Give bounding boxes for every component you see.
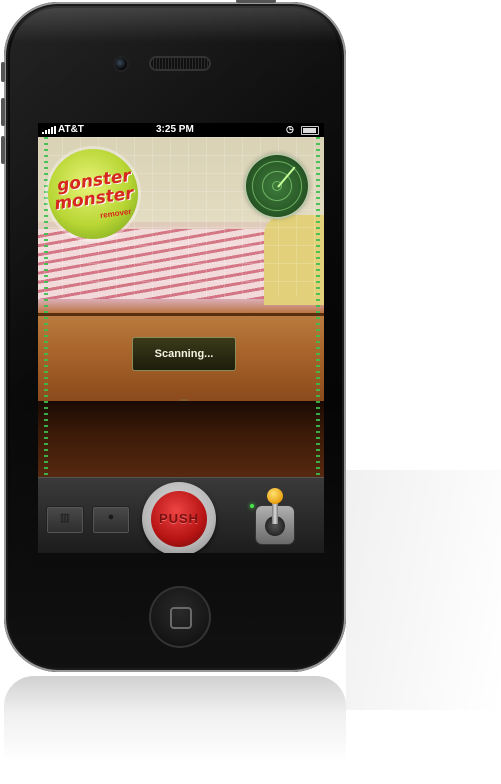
front-camera: [115, 58, 127, 70]
power-button: [236, 0, 276, 3]
app-logo: gonster monster remover: [48, 149, 138, 239]
joystick-icon[interactable]: [256, 488, 294, 544]
device-reflection: [4, 676, 346, 784]
status-led: [250, 504, 254, 508]
waveform-button[interactable]: ▥: [46, 506, 84, 534]
iphone-device: AT&T 3:25 PM ◷ gonster monster remover S…: [1, 0, 346, 672]
push-button-label: PUSH: [151, 491, 207, 547]
earpiece-speaker: [151, 58, 209, 69]
camera-view: gonster monster remover Scanning...: [38, 137, 324, 477]
logo-line3: remover: [99, 206, 133, 221]
home-square-icon: [170, 607, 192, 629]
wood-floor: [38, 401, 324, 477]
volume-up-button: [1, 98, 5, 126]
signal-bars-icon: [42, 126, 56, 137]
info-button[interactable]: ●: [92, 506, 130, 534]
scan-status-label: Scanning...: [132, 337, 236, 371]
scan-indicator-right: [316, 137, 320, 477]
volume-down-button: [1, 136, 5, 164]
clock-time: 3:25 PM: [156, 124, 194, 135]
screen: AT&T 3:25 PM ◷ gonster monster remover S…: [38, 123, 324, 553]
joystick-knob: [267, 488, 283, 504]
radar-icon: [246, 155, 308, 217]
status-bar: AT&T 3:25 PM ◷: [38, 123, 324, 137]
carrier-name: AT&T: [58, 124, 84, 135]
bottom-toolbar: ▥ ● PUSH: [38, 477, 324, 553]
clock-icon: ◷: [286, 124, 294, 134]
waveform-icon: ▥: [59, 512, 71, 524]
info-icon: ●: [107, 511, 115, 523]
device-shadow: [346, 470, 501, 710]
home-button[interactable]: [149, 586, 211, 648]
battery-icon: [301, 126, 319, 135]
push-button[interactable]: PUSH: [142, 482, 216, 553]
mute-switch: [1, 62, 5, 82]
